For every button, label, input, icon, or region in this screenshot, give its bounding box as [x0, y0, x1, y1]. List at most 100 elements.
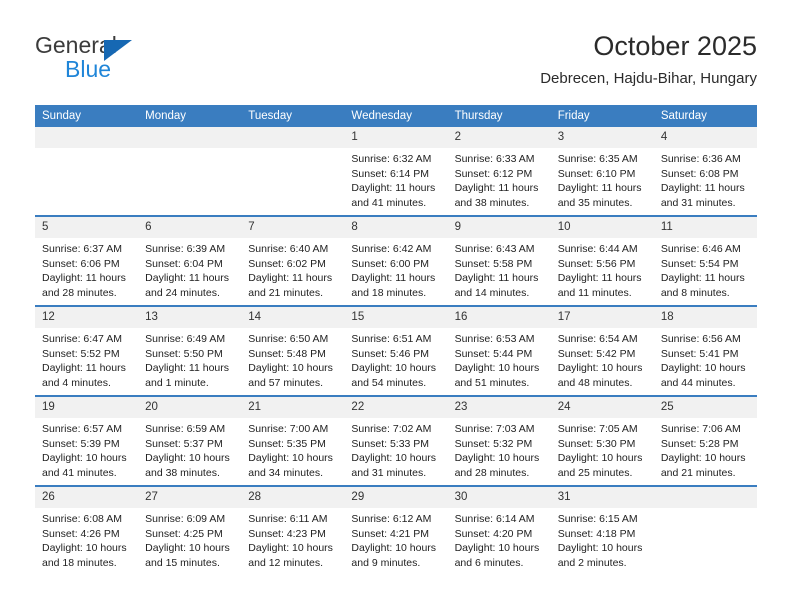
- calendar-day-cell[interactable]: 7 Sunrise: 6:40 AM Sunset: 6:02 PM Daylight…: [241, 215, 345, 306]
- day-number: 27: [138, 487, 242, 508]
- day-number: 30: [447, 487, 551, 508]
- calendar-day-cell[interactable]: 19 Sunrise: 6:57 AM Sunset: 5:39 PM Dayligh…: [35, 395, 139, 486]
- sunrise-text: Sunrise: 7:00 AM: [248, 423, 329, 435]
- daylight-text-cont: and 51 minutes.: [454, 376, 530, 389]
- calendar-day-cell[interactable]: 28 Sunrise: 6:11 AM Sunset: 4:23 PM Dayligh…: [241, 485, 345, 575]
- daylight-text-cont: and 57 minutes.: [248, 376, 323, 389]
- daylight-text: Daylight: 11 hours: [42, 362, 126, 375]
- calendar-day-cell[interactable]: 16 Sunrise: 6:53 AM Sunset: 5:44 PM Dayligh…: [447, 305, 551, 396]
- sun-times-block: Sunrise: 6:32 AM Sunset: 6:14 PM Daylight:…: [344, 148, 447, 210]
- calendar-day-cell[interactable]: 13 Sunrise: 6:49 AM Sunset: 5:50 PM Dayligh…: [138, 305, 242, 396]
- day-number: 1: [344, 127, 448, 148]
- daylight-text-cont: and 54 minutes.: [351, 376, 427, 389]
- sun-times-block: Sunrise: 6:11 AM Sunset: 4:23 PM Daylight:…: [241, 508, 344, 570]
- daylight-text-cont: and 1 minute.: [145, 376, 209, 389]
- weekday-header-row: Sunday Monday Tuesday Wednesday Thursday Frid…: [35, 105, 757, 127]
- calendar-day-cell[interactable]: 24 Sunrise: 7:05 AM Sunset: 5:30 PM Dayligh…: [550, 395, 654, 486]
- daylight-text-cont: and 34 minutes.: [248, 466, 323, 479]
- calendar-day-cell[interactable]: 26 Sunrise: 6:08 AM Sunset: 4:26 PM Dayligh…: [35, 485, 139, 575]
- day-number: 16: [447, 307, 551, 328]
- calendar-day-cell[interactable]: 9 Sunrise: 6:43 AM Sunset: 5:58 PM Daylight…: [447, 215, 551, 306]
- day-number: 9: [447, 217, 551, 238]
- daylight-text: Daylight: 11 hours: [248, 272, 333, 285]
- daylight-text: Daylight: 11 hours: [660, 272, 745, 285]
- sunset-text: Sunset: 5:30 PM: [557, 437, 636, 450]
- daylight-text: Daylight: 10 hours: [660, 452, 746, 465]
- sunset-text: Sunset: 4:25 PM: [145, 527, 223, 540]
- sunrise-text: Sunrise: 6:11 AM: [248, 513, 328, 525]
- calendar-day-cell[interactable]: 31 Sunrise: 6:15 AM Sunset: 4:18 PM Dayligh…: [550, 485, 654, 575]
- daylight-text: Daylight: 11 hours: [660, 182, 745, 195]
- logo-text-blue: Blue: [65, 56, 112, 82]
- sun-times-block: Sunrise: 6:39 AM Sunset: 6:04 PM Daylight:…: [138, 238, 241, 300]
- calendar-day-cell[interactable]: 22 Sunrise: 7:02 AM Sunset: 5:33 PM Dayligh…: [344, 395, 448, 486]
- sunrise-text: Sunrise: 6:47 AM: [42, 333, 122, 345]
- calendar-day-cell[interactable]: 11 Sunrise: 6:46 AM Sunset: 5:54 PM Dayligh…: [653, 215, 757, 306]
- calendar-empty-cell: [653, 485, 757, 575]
- daylight-text-cont: and 18 minutes.: [351, 286, 427, 299]
- calendar-day-cell[interactable]: 3 Sunrise: 6:35 AM Sunset: 6:10 PM Daylight…: [550, 127, 654, 216]
- sunset-text: Sunset: 6:04 PM: [145, 257, 223, 270]
- daylight-text: Daylight: 11 hours: [557, 182, 642, 195]
- sunset-text: Sunset: 5:35 PM: [248, 437, 326, 450]
- sun-times-block: Sunrise: 6:12 AM Sunset: 4:21 PM Daylight:…: [344, 508, 447, 570]
- daylight-text: Daylight: 10 hours: [42, 542, 127, 555]
- daylight-text: Daylight: 11 hours: [454, 272, 539, 285]
- sunrise-text: Sunrise: 6:32 AM: [351, 153, 432, 165]
- daylight-text-cont: and 41 minutes.: [351, 196, 427, 209]
- daylight-text-cont: and 9 minutes.: [351, 556, 421, 569]
- calendar-day-cell[interactable]: 18 Sunrise: 6:56 AM Sunset: 5:41 PM Dayligh…: [653, 305, 757, 396]
- sun-times-block: Sunrise: 6:37 AM Sunset: 6:06 PM Daylight:…: [35, 238, 138, 300]
- calendar-day-cell[interactable]: 25 Sunrise: 7:06 AM Sunset: 5:28 PM Dayligh…: [653, 395, 757, 486]
- sunset-text: Sunset: 5:48 PM: [248, 347, 326, 360]
- calendar-day-cell[interactable]: 10 Sunrise: 6:44 AM Sunset: 5:56 PM Dayligh…: [550, 215, 654, 306]
- calendar-day-cell[interactable]: 30 Sunrise: 6:14 AM Sunset: 4:20 PM Dayligh…: [447, 485, 551, 575]
- calendar-day-cell[interactable]: 1 Sunrise: 6:32 AM Sunset: 6:14 PM Daylight…: [344, 127, 448, 216]
- sunrise-text: Sunrise: 6:37 AM: [42, 243, 122, 255]
- page-header: General Blue October 2025 Debrecen, Hajd…: [0, 0, 792, 100]
- sunrise-text: Sunrise: 6:40 AM: [248, 243, 329, 255]
- day-number: 5: [35, 217, 139, 238]
- weekday-header-friday: Friday: [550, 105, 654, 127]
- sunset-text: Sunset: 5:54 PM: [660, 257, 739, 270]
- sun-times-block: Sunrise: 6:36 AM Sunset: 6:08 PM Daylight:…: [654, 148, 757, 210]
- daylight-text: Daylight: 11 hours: [351, 182, 436, 195]
- calendar-day-cell[interactable]: 21 Sunrise: 7:00 AM Sunset: 5:35 PM Dayligh…: [241, 395, 345, 486]
- calendar-table: Sunday Monday Tuesday Wednesday Thursday Frid…: [35, 105, 757, 575]
- sun-times-block: Sunrise: 6:53 AM Sunset: 5:44 PM Daylight:…: [448, 328, 551, 390]
- calendar-day-cell[interactable]: 23 Sunrise: 7:03 AM Sunset: 5:32 PM Dayligh…: [447, 395, 551, 486]
- sunset-text: Sunset: 5:39 PM: [42, 437, 120, 450]
- sun-times-block: Sunrise: 6:57 AM Sunset: 5:39 PM Daylight:…: [35, 418, 138, 480]
- calendar-day-cell[interactable]: 2 Sunrise: 6:33 AM Sunset: 6:12 PM Daylight…: [447, 127, 551, 216]
- sun-times-block: Sunrise: 6:49 AM Sunset: 5:50 PM Daylight:…: [138, 328, 241, 390]
- daylight-text-cont: and 6 minutes.: [454, 556, 524, 569]
- calendar-day-cell[interactable]: 4 Sunrise: 6:36 AM Sunset: 6:08 PM Daylight…: [653, 127, 757, 216]
- day-number: 10: [550, 217, 654, 238]
- sunrise-text: Sunrise: 6:08 AM: [42, 513, 122, 525]
- sunset-text: Sunset: 4:20 PM: [454, 527, 533, 540]
- sunrise-text: Sunrise: 6:57 AM: [42, 423, 122, 435]
- sun-times-block: Sunrise: 7:05 AM Sunset: 5:30 PM Daylight:…: [551, 418, 654, 480]
- calendar-day-cell[interactable]: 8 Sunrise: 6:42 AM Sunset: 6:00 PM Daylight…: [344, 215, 448, 306]
- calendar-day-cell[interactable]: 15 Sunrise: 6:51 AM Sunset: 5:46 PM Dayligh…: [344, 305, 448, 396]
- calendar-day-cell[interactable]: 17 Sunrise: 6:54 AM Sunset: 5:42 PM Dayligh…: [550, 305, 654, 396]
- daylight-text: Daylight: 10 hours: [248, 362, 333, 375]
- calendar-empty-cell: [138, 127, 242, 216]
- daylight-text-cont: and 8 minutes.: [660, 286, 730, 299]
- title-block: October 2025 Debrecen, Hajdu-Bihar, Hung…: [540, 30, 757, 89]
- sunrise-text: Sunrise: 6:15 AM: [557, 513, 638, 525]
- calendar-day-cell[interactable]: 27 Sunrise: 6:09 AM Sunset: 4:25 PM Dayligh…: [138, 485, 242, 575]
- calendar-day-cell[interactable]: 5 Sunrise: 6:37 AM Sunset: 6:06 PM Daylight…: [35, 215, 139, 306]
- day-number: 2: [447, 127, 551, 148]
- daylight-text-cont: and 48 minutes.: [557, 376, 633, 389]
- calendar-day-cell[interactable]: 12 Sunrise: 6:47 AM Sunset: 5:52 PM Dayligh…: [35, 305, 139, 396]
- calendar-day-cell[interactable]: 6 Sunrise: 6:39 AM Sunset: 6:04 PM Daylight…: [138, 215, 242, 306]
- sun-times-block: Sunrise: 6:40 AM Sunset: 6:02 PM Daylight:…: [241, 238, 344, 300]
- daylight-text: Daylight: 10 hours: [454, 542, 540, 555]
- sunset-text: Sunset: 6:02 PM: [248, 257, 326, 270]
- sunrise-text: Sunrise: 6:39 AM: [145, 243, 226, 255]
- calendar-day-cell[interactable]: 20 Sunrise: 6:59 AM Sunset: 5:37 PM Dayligh…: [138, 395, 242, 486]
- calendar-day-cell[interactable]: 29 Sunrise: 6:12 AM Sunset: 4:21 PM Dayligh…: [344, 485, 448, 575]
- daylight-text: Daylight: 11 hours: [557, 272, 642, 285]
- calendar-day-cell[interactable]: 14 Sunrise: 6:50 AM Sunset: 5:48 PM Dayligh…: [241, 305, 345, 396]
